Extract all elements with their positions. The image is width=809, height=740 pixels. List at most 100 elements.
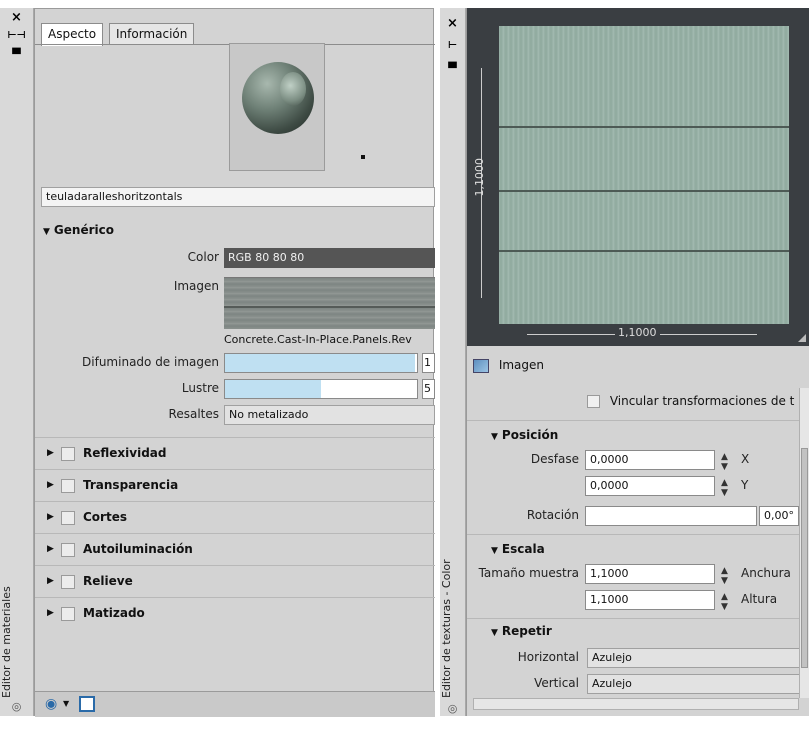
height-dimension-label: 1,1000 — [473, 158, 486, 197]
color-label: Color — [187, 250, 219, 264]
link-transforms-checkbox[interactable] — [587, 395, 600, 408]
create-material-icon[interactable]: ◉ — [45, 696, 57, 712]
rotation-slider[interactable] — [585, 506, 757, 526]
width-dimension-label: 1,1000 — [615, 326, 660, 339]
autohide-icon[interactable]: ⊢⊣ — [0, 30, 33, 41]
group-autoiluminacion[interactable]: ▶ Autoiluminación — [35, 533, 435, 565]
sample-size-label: Tamaño muestra — [478, 566, 579, 580]
image-row[interactable]: Imagen — [473, 358, 544, 373]
offset-y-spinner[interactable]: ▲ ▼ — [721, 478, 728, 498]
vertical-scrollbar-thumb[interactable] — [801, 448, 808, 668]
collapsed-triangle-icon: ▶ — [47, 608, 54, 618]
repeat-vertical-dropdown[interactable]: Azulejo — [587, 674, 807, 694]
texture-palette-title: Editor de texturas - Color — [440, 559, 453, 698]
gloss-label: Lustre — [181, 381, 219, 395]
material-editor-footer: ◉ ▼ — [35, 691, 435, 717]
texture-palette-icon: ◎ — [447, 702, 458, 715]
group-label: Transparencia — [83, 478, 179, 492]
position-section-header[interactable]: ▼ Posición — [491, 428, 558, 442]
rotation-label: Rotación — [526, 508, 579, 522]
properties-icon[interactable]: ▀ — [440, 62, 465, 75]
scale-height-input[interactable]: 1,1000 — [585, 590, 715, 610]
group-checkbox[interactable] — [61, 447, 75, 461]
scale-section-header[interactable]: ▼ Escala — [491, 542, 545, 556]
group-transparencia[interactable]: ▶ Transparencia — [35, 469, 435, 501]
group-checkbox[interactable] — [61, 479, 75, 493]
scale-title: Escala — [501, 542, 545, 556]
materials-palette-icon: ◎ — [11, 700, 22, 713]
gloss-fill — [225, 380, 321, 398]
group-checkbox[interactable] — [61, 511, 75, 525]
group-relieve[interactable]: ▶ Relieve — [35, 565, 435, 597]
group-label: Matizado — [83, 606, 145, 620]
link-transforms-row[interactable]: Vincular transformaciones de t — [587, 394, 807, 408]
position-title: Posición — [501, 428, 559, 442]
horizontal-scrollbar[interactable] — [473, 698, 799, 710]
properties-icon[interactable]: ▀ — [0, 48, 33, 61]
close-icon[interactable]: × — [0, 10, 33, 25]
collapsed-triangle-icon: ▶ — [47, 480, 54, 490]
divider — [467, 420, 809, 421]
group-label: Autoiluminación — [83, 542, 193, 556]
scale-width-input[interactable]: 1,1000 — [585, 564, 715, 584]
preview-options-icon[interactable] — [361, 155, 365, 159]
group-checkbox[interactable] — [61, 575, 75, 589]
collapsed-triangle-icon: ▶ — [47, 544, 54, 554]
material-browser-icon[interactable] — [79, 696, 95, 712]
texture-preview[interactable]: 1,1000 1,1000 — [467, 8, 809, 346]
repeat-horizontal-label: Horizontal — [517, 650, 579, 664]
color-value-field[interactable]: RGB 80 80 80 — [224, 248, 435, 268]
image-caption: Concrete.Cast-In-Place.Panels.Rev — [224, 333, 412, 346]
group-label: Cortes — [83, 510, 127, 524]
rotation-input[interactable]: 0,00° — [759, 506, 799, 526]
texture-joint — [499, 126, 789, 128]
group-matizado[interactable]: ▶ Matizado — [35, 597, 435, 629]
group-reflexividad[interactable]: ▶ Reflexividad — [35, 437, 435, 469]
offset-x-input[interactable]: 0,0000 — [585, 450, 715, 470]
link-transforms-label: Vincular transformaciones de t — [609, 394, 795, 408]
image-swatch[interactable] — [224, 277, 435, 329]
material-editor-panel: Aspecto Información teuladaralleshoritzo… — [34, 8, 435, 717]
materials-palette-title: Editor de materiales — [0, 586, 13, 698]
group-checkbox[interactable] — [61, 607, 75, 621]
group-checkbox[interactable] — [61, 543, 75, 557]
repeat-section-header[interactable]: ▼ Repetir — [491, 624, 552, 638]
image-icon — [473, 358, 489, 373]
material-preview[interactable] — [229, 43, 325, 171]
tab-informacion[interactable]: Información — [109, 23, 195, 45]
image-fade-fill — [225, 354, 416, 372]
autohide-icon[interactable]: ⊢ — [440, 40, 465, 51]
gloss-slider[interactable] — [224, 379, 418, 399]
expanded-triangle-icon: ▼ — [491, 432, 498, 442]
texture-joint — [499, 250, 789, 252]
offset-x-spinner[interactable]: ▲ ▼ — [721, 452, 728, 472]
scale-width-spinner[interactable]: ▲ ▼ — [721, 566, 728, 586]
highlights-dropdown[interactable]: No metalizado — [224, 405, 435, 425]
dropdown-arrow-icon[interactable]: ▼ — [63, 699, 69, 708]
tab-aspecto[interactable]: Aspecto — [41, 23, 104, 46]
material-name-field[interactable]: teuladaralleshoritzontals — [41, 187, 435, 207]
resize-grip-icon[interactable] — [798, 334, 806, 342]
image-fade-slider[interactable] — [224, 353, 418, 373]
generic-section-header[interactable]: ▼ Genérico — [43, 223, 114, 237]
offset-y-input[interactable]: 0,0000 — [585, 476, 715, 496]
group-cortes[interactable]: ▶ Cortes — [35, 501, 435, 533]
repeat-horizontal-dropdown[interactable]: Azulejo — [587, 648, 807, 668]
image-label: Imagen — [173, 279, 219, 293]
texture-image — [499, 26, 789, 324]
image-fade-value[interactable]: 1 — [422, 353, 435, 373]
gloss-value[interactable]: 5 — [422, 379, 435, 399]
expanded-triangle-icon: ▼ — [43, 227, 50, 237]
scale-height-spinner[interactable]: ▲ ▼ — [721, 592, 728, 612]
scale-height-label: Altura — [741, 592, 778, 606]
close-icon[interactable]: × — [440, 16, 465, 31]
collapsed-triangle-icon: ▶ — [47, 512, 54, 522]
material-preview-sphere — [242, 62, 314, 134]
offset-y-axis: Y — [741, 478, 749, 492]
offset-label: Desfase — [530, 452, 579, 466]
image-fade-label: Difuminado de imagen — [82, 355, 219, 369]
texture-editor-panel: 1,1000 1,1000 Imagen Vincular transforma… — [466, 8, 809, 716]
texture-joint — [499, 190, 789, 192]
vertical-scrollbar[interactable] — [799, 388, 809, 698]
divider — [467, 618, 809, 619]
